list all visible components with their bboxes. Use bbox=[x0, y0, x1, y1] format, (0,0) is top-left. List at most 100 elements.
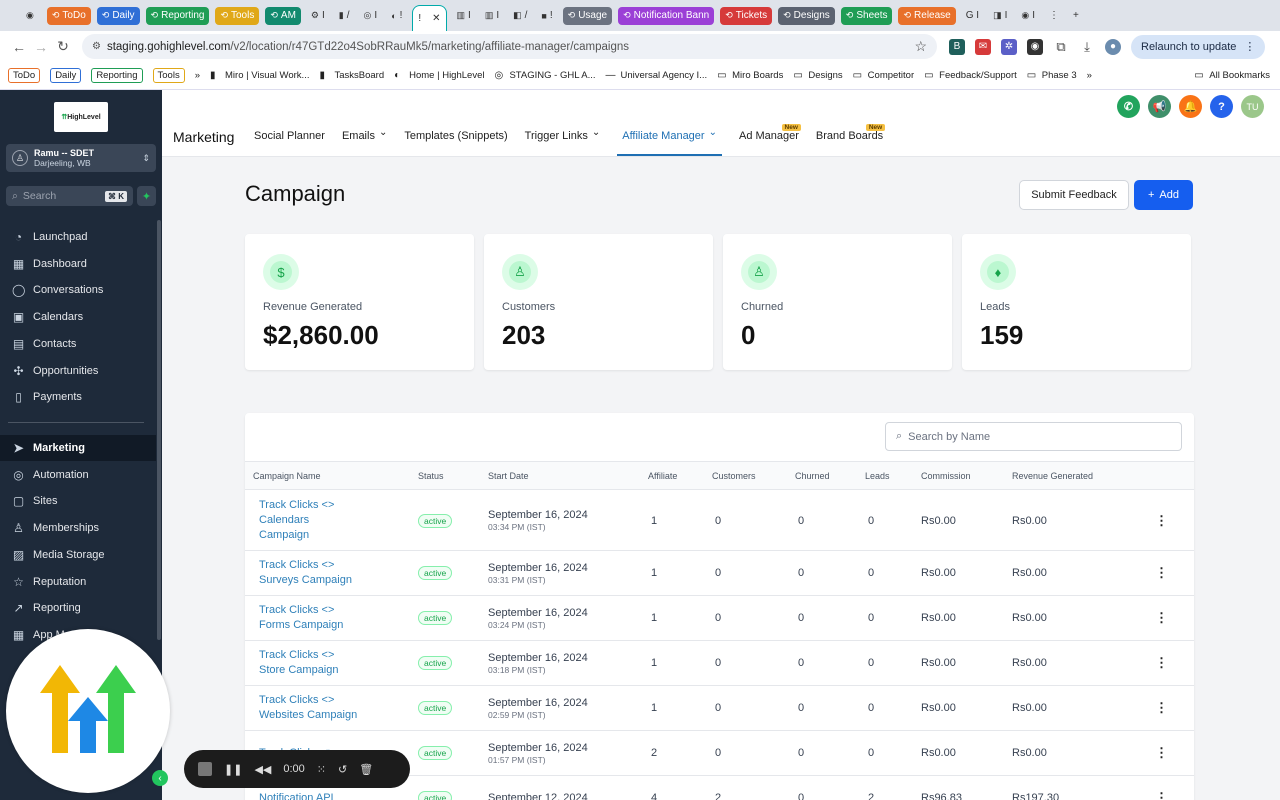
bookmark-7[interactable]: ◐ Home | HighLevel bbox=[394, 70, 484, 81]
bookmark-14[interactable]: ▭ Phase 3 bbox=[1027, 70, 1077, 81]
browser-tab-14[interactable]: ■! bbox=[537, 7, 556, 25]
close-tab-icon[interactable]: ✕ bbox=[432, 13, 440, 24]
tab-ad-manager[interactable]: Ad Manager New bbox=[739, 124, 801, 156]
rewind-icon[interactable]: ◀◀ bbox=[254, 763, 271, 776]
sidebar-item-reporting[interactable]: ↗ Reporting bbox=[0, 595, 156, 621]
browser-tab-10[interactable]: ! ✕ bbox=[412, 5, 447, 31]
sidebar-item-media-storage[interactable]: ▨ Media Storage bbox=[0, 542, 156, 568]
row-actions-kebab-icon[interactable]: ⋮ bbox=[1155, 776, 1168, 800]
bookmark-15[interactable]: » bbox=[1087, 70, 1092, 81]
campaign-name-link[interactable]: Track Clicks <> Forms Campaign bbox=[259, 603, 359, 633]
tab-affiliate-manager[interactable]: Affiliate Manager ⌄ bbox=[617, 127, 722, 156]
browser-tab-22[interactable]: ◨ I bbox=[989, 7, 1011, 25]
bookmark-16[interactable]: ▭ All Bookmarks bbox=[1194, 70, 1270, 81]
bookmark-chip-0[interactable]: ToDo bbox=[8, 68, 41, 83]
bookmark-chip-1[interactable]: Daily bbox=[50, 68, 82, 83]
trash-icon[interactable]: 🗑 bbox=[359, 763, 373, 776]
sidebar-item-marketing[interactable]: ➤ Marketing bbox=[0, 435, 156, 461]
row-actions-kebab-icon[interactable]: ⋮ bbox=[1155, 731, 1168, 775]
sidebar-search-input[interactable]: ⌕ Search ⌘ K bbox=[6, 186, 133, 206]
sidebar-item-launchpad[interactable]: ◔ Launchpad bbox=[0, 224, 156, 250]
bookmark-4[interactable]: » bbox=[195, 70, 200, 81]
browser-tab-3[interactable]: ⟲ Reporting bbox=[145, 6, 210, 25]
browser-tab-25[interactable]: + bbox=[1069, 7, 1083, 25]
bookmark-9[interactable]: — Universal Agency I... bbox=[606, 70, 708, 81]
sidebar-item-calendars[interactable]: ▣ Calendars bbox=[0, 304, 156, 330]
browser-tab-1[interactable]: ⟲ ToDo bbox=[46, 6, 91, 25]
sidebar-item-contacts[interactable]: ▤ Contacts bbox=[0, 331, 156, 357]
sidebar-item-automation[interactable]: ◎ Automation bbox=[0, 462, 156, 488]
more-menu-icon[interactable]: ⋮ bbox=[1244, 40, 1255, 53]
bookmark-chip-3[interactable]: Tools bbox=[152, 68, 185, 83]
sidebar-item-conversations[interactable]: ◯ Conversations bbox=[0, 277, 156, 303]
bookmark-10[interactable]: ▭ Miro Boards bbox=[717, 70, 783, 81]
campaign-name-link[interactable]: Track Clicks <> Store Campaign bbox=[259, 648, 359, 678]
tab-trigger-links[interactable]: Trigger Links ⌄ bbox=[525, 127, 601, 156]
extension-b-icon[interactable]: B bbox=[949, 38, 965, 55]
campaign-search-input[interactable]: ⌕ Search by Name bbox=[885, 422, 1182, 451]
bookmark-5[interactable]: ▮ Miro | Visual Work... bbox=[210, 70, 309, 81]
sidebar-item-payments[interactable]: ▯ Payments bbox=[0, 384, 156, 410]
bell-icon[interactable]: 🔔 bbox=[1179, 95, 1202, 118]
browser-tab-17[interactable]: ⟲ Tickets bbox=[720, 6, 773, 25]
add-campaign-button[interactable]: + Add bbox=[1134, 180, 1193, 210]
browser-tab-6[interactable]: ⚙ I bbox=[307, 7, 329, 25]
help-icon[interactable]: ? bbox=[1210, 95, 1233, 118]
forward-icon[interactable]: → bbox=[30, 39, 52, 55]
extensions-puzzle-icon[interactable]: ⧉ bbox=[1053, 38, 1069, 55]
browser-tab-12[interactable]: ▥ I bbox=[481, 7, 503, 25]
stop-record-icon[interactable] bbox=[198, 762, 212, 776]
submit-feedback-button[interactable]: Submit Feedback bbox=[1019, 180, 1129, 210]
campaign-name-link[interactable]: Track Clicks <> Surveys Campaign bbox=[259, 558, 359, 588]
bookmark-12[interactable]: ▭ Competitor bbox=[853, 70, 914, 81]
tab-templates[interactable]: Templates (Snippets) bbox=[404, 130, 507, 156]
browser-tab-24[interactable]: ⋮ bbox=[1045, 7, 1063, 25]
browser-tab-7[interactable]: ▮ / bbox=[335, 7, 354, 25]
bookmark-6[interactable]: ▮ TasksBoard bbox=[319, 70, 384, 81]
bookmark-11[interactable]: ▭ Designs bbox=[793, 70, 842, 81]
sidebar-item-dashboard[interactable]: ▦ Dashboard bbox=[0, 251, 156, 277]
row-actions-kebab-icon[interactable]: ⋮ bbox=[1155, 491, 1168, 550]
row-actions-kebab-icon[interactable]: ⋮ bbox=[1155, 551, 1168, 595]
row-actions-kebab-icon[interactable]: ⋮ bbox=[1155, 596, 1168, 640]
download-icon[interactable]: ⤓ bbox=[1079, 38, 1095, 55]
row-actions-kebab-icon[interactable]: ⋮ bbox=[1155, 686, 1168, 730]
bookmark-star-icon[interactable]: ☆ bbox=[914, 38, 927, 55]
bookmark-chip-2[interactable]: Reporting bbox=[91, 68, 143, 83]
sidebar-item-sites[interactable]: ▢ Sites bbox=[0, 488, 156, 514]
sidebar-item-reputation[interactable]: ☆ Reputation bbox=[0, 569, 156, 595]
browser-tab-19[interactable]: ⟲ Sheets bbox=[840, 6, 893, 25]
restart-icon[interactable]: ↺ bbox=[338, 763, 347, 776]
campaign-name-link[interactable]: Notification API bbox=[259, 791, 359, 800]
site-settings-icon[interactable]: ⚙ bbox=[92, 41, 101, 52]
browser-tab-8[interactable]: ◎ I bbox=[360, 7, 382, 25]
browser-tab-15[interactable]: ⟲ Usage bbox=[562, 6, 613, 25]
browser-tab-13[interactable]: ◧ / bbox=[509, 7, 531, 25]
campaign-name-link[interactable]: Track Clicks <> Calendars Campaign bbox=[259, 498, 359, 543]
browser-tab-4[interactable]: ⟲ Tools bbox=[215, 6, 260, 25]
sidebar-scrollbar[interactable] bbox=[157, 220, 161, 640]
relaunch-button[interactable]: Relaunch to update ⋮ bbox=[1131, 34, 1266, 59]
phone-icon[interactable]: ✆ bbox=[1117, 95, 1140, 118]
url-omnibox[interactable]: ⚙ staging.gohighlevel.com/v2/location/r4… bbox=[82, 34, 937, 59]
browser-tab-2[interactable]: ⟲ Daily bbox=[96, 6, 140, 25]
extension-gear-icon[interactable]: ✲ bbox=[1001, 38, 1017, 55]
sidebar-item-memberships[interactable]: ♙ Memberships bbox=[0, 515, 156, 541]
megaphone-icon[interactable]: 📢 bbox=[1148, 95, 1171, 118]
browser-tab-16[interactable]: ⟲ Notification Bann bbox=[618, 6, 715, 25]
browser-tab-9[interactable]: ◐! bbox=[387, 7, 406, 25]
browser-tab-23[interactable]: ◉ I bbox=[1017, 7, 1039, 25]
extension-mail-icon[interactable]: ✉ bbox=[975, 38, 991, 55]
sidebar-item-opportunities[interactable]: ✣ Opportunities bbox=[0, 358, 156, 384]
profile-avatar-icon[interactable]: ● bbox=[1105, 38, 1121, 55]
bookmark-13[interactable]: ▭ Feedback/Support bbox=[924, 70, 1017, 81]
tab-brand-boards[interactable]: Brand Boards New bbox=[816, 124, 886, 156]
bookmark-8[interactable]: ◎ STAGING - GHL A... bbox=[494, 70, 595, 81]
browser-tab-5[interactable]: ⟲ AM bbox=[265, 6, 301, 25]
browser-tab-20[interactable]: ⟲ Release bbox=[898, 6, 956, 25]
pause-icon[interactable]: ❚❚ bbox=[224, 763, 242, 776]
tab-emails[interactable]: Emails ⌄ bbox=[342, 127, 387, 156]
tab-social-planner[interactable]: Social Planner bbox=[254, 130, 325, 156]
browser-tab-11[interactable]: ▥ I bbox=[453, 7, 475, 25]
browser-tab-0[interactable]: ◉ bbox=[22, 7, 41, 25]
